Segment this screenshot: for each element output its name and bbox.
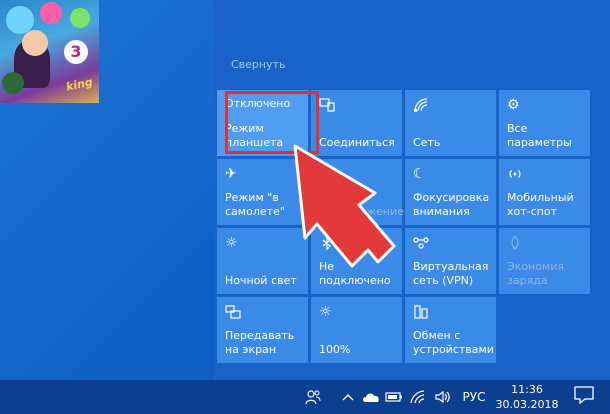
- project-icon: [225, 304, 300, 320]
- quick-actions-grid: Отключено Режим планшета Соединиться Сет…: [217, 90, 590, 363]
- tile-mobile-hotspot[interactable]: Мобильный хот-спот: [499, 159, 590, 225]
- vpn-icon: [413, 235, 488, 251]
- chevron-up-icon[interactable]: [340, 380, 356, 414]
- tile-airplane-mode[interactable]: ✈ Режим "в самолете": [217, 159, 308, 225]
- tile-night-light[interactable]: ☼ Ночной свет: [217, 228, 308, 294]
- game-desktop-icon[interactable]: 3 king: [0, 0, 99, 103]
- tile-label: Расположение: [319, 205, 404, 218]
- nearby-sharing-icon: [413, 304, 488, 320]
- action-center-panel: Свернуть Отключено Режим планшета Соедин…: [214, 0, 610, 380]
- tile-label: Экономия заряда: [507, 260, 565, 287]
- tile-label: Мобильный хот-спот: [507, 191, 574, 218]
- game-logo: king: [64, 75, 94, 94]
- taskbar: РУС 11:36 30.03.2018: [0, 380, 610, 414]
- tile-bluetooth[interactable]: Не подключено: [311, 228, 402, 294]
- tile-battery-saver[interactable]: Экономия заряда: [499, 228, 590, 294]
- people-icon[interactable]: [300, 380, 326, 414]
- wifi-icon[interactable]: [408, 380, 428, 414]
- tile-label: Обмен с устройствами: [413, 329, 494, 356]
- tile-label: Сеть: [413, 136, 441, 149]
- speaker-volume-icon[interactable]: [432, 380, 452, 414]
- tile-tablet-mode[interactable]: Отключено Режим планшета: [217, 90, 308, 156]
- tile-nearby-sharing[interactable]: Обмен с устройствами: [405, 297, 496, 363]
- clock-time: 11:36: [511, 383, 543, 396]
- tile-label: Режим планшета: [225, 122, 284, 149]
- location-icon: [319, 166, 394, 182]
- battery-saver-icon: [507, 235, 582, 251]
- notifications-button[interactable]: [562, 380, 606, 414]
- tile-label: Передавать на экран: [225, 329, 295, 356]
- game-number-badge: 3: [64, 40, 88, 64]
- airplane-icon: ✈: [225, 166, 237, 182]
- clock-date: 30.03.2018: [495, 398, 559, 411]
- tile-connect[interactable]: Соединиться: [311, 90, 402, 156]
- tile-vpn[interactable]: Виртуальная сеть (VPN): [405, 228, 496, 294]
- tile-all-settings[interactable]: ⚙ Все параметры: [499, 90, 590, 156]
- tile-network[interactable]: Сеть: [405, 90, 496, 156]
- battery-icon[interactable]: [384, 380, 404, 414]
- brightness-icon: ☼: [319, 304, 332, 320]
- tile-label: 100%: [319, 343, 351, 356]
- bluetooth-icon: [319, 235, 394, 251]
- tile-label: Соединиться: [319, 136, 395, 149]
- settings-gear-icon: ⚙: [507, 97, 520, 113]
- focus-assist-moon-icon: ☾: [413, 166, 426, 182]
- tile-label: Все параметры: [507, 122, 572, 149]
- night-light-icon: ☼: [225, 235, 238, 251]
- tile-project[interactable]: Передавать на экран: [217, 297, 308, 363]
- notification-icon: [574, 386, 594, 408]
- tile-label: Фокусировка внимания: [413, 191, 490, 218]
- tile-label: Ночной свет: [225, 274, 297, 287]
- onedrive-cloud-icon[interactable]: [360, 380, 382, 414]
- mobile-hotspot-icon: [507, 166, 582, 182]
- tile-focus-assist[interactable]: ☾ Фокусировка внимания: [405, 159, 496, 225]
- tile-label: Не подключено: [319, 260, 391, 287]
- taskbar-clock[interactable]: 11:36 30.03.2018: [494, 382, 560, 412]
- tablet-mode-state: Отключено: [225, 97, 291, 110]
- network-icon: [413, 97, 488, 113]
- desktop-screen: 3 king Свернуть Отключено Режим планшета…: [0, 0, 610, 414]
- tile-label: Режим "в самолете": [225, 191, 285, 218]
- tile-location[interactable]: Расположение: [311, 159, 404, 225]
- tile-brightness[interactable]: ☼ 100%: [311, 297, 402, 363]
- input-language[interactable]: РУС: [458, 380, 490, 414]
- connect-icon: [319, 97, 394, 113]
- collapse-link[interactable]: Свернуть: [231, 58, 286, 71]
- tile-label: Виртуальная сеть (VPN): [413, 260, 489, 287]
